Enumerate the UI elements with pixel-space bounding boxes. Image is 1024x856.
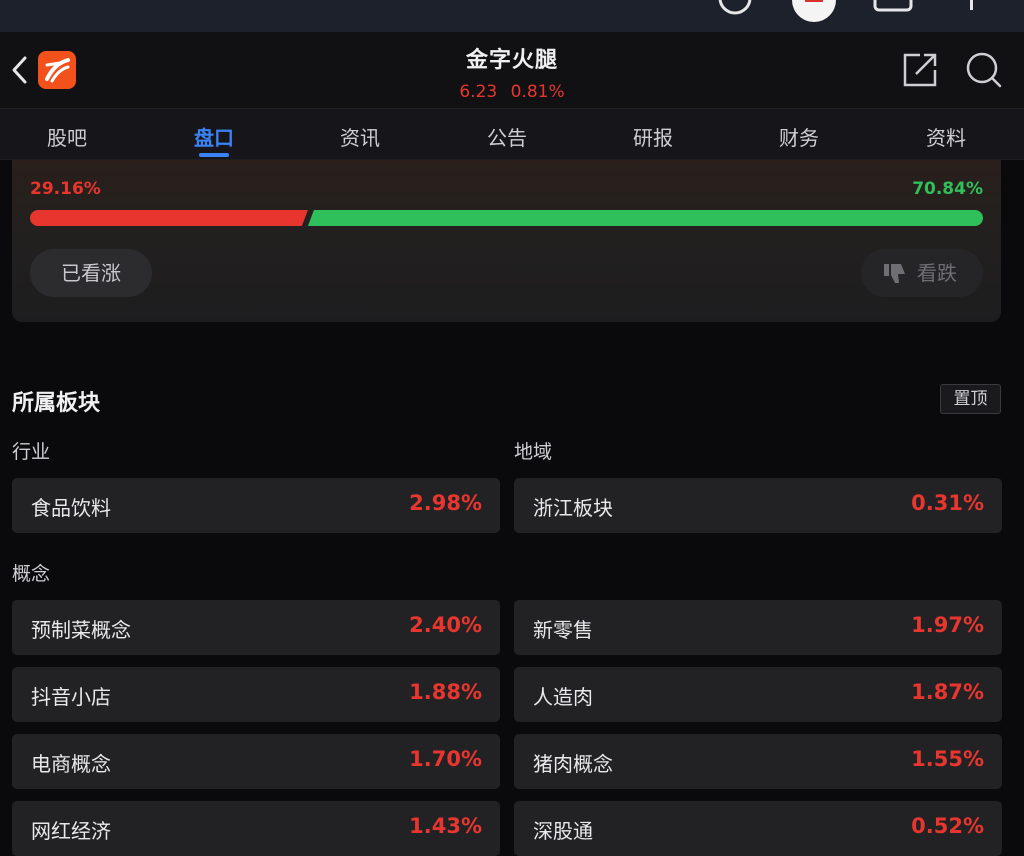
- plate-change: 1.70%: [409, 747, 482, 771]
- plate-change: 2.40%: [409, 613, 482, 637]
- bullish-button[interactable]: 已看涨: [30, 249, 152, 297]
- concept-label: 概念: [12, 563, 51, 585]
- stock-price: 6.23: [459, 82, 498, 102]
- share-icon[interactable]: [900, 50, 940, 90]
- tab-pankou[interactable]: 盘口: [174, 122, 254, 151]
- plate-item-concept[interactable]: 猪肉概念 1.55%: [514, 734, 1002, 789]
- window-icon[interactable]: [872, 0, 914, 18]
- tab-guba[interactable]: 股吧: [27, 122, 107, 151]
- plate-name: 抖音小店: [31, 685, 111, 709]
- plate-item-concept[interactable]: 预制菜概念 2.40%: [12, 600, 500, 655]
- plate-item-concept[interactable]: 抖音小店 1.88%: [12, 667, 500, 722]
- tab-bar: 股吧 盘口 资讯 公告 研报 财务 资料: [0, 108, 1024, 160]
- plate-name: 电商概念: [31, 752, 111, 776]
- bullish-bar-segment: [30, 210, 308, 226]
- plate-change: 1.87%: [911, 680, 984, 704]
- plate-change: 1.97%: [911, 613, 984, 637]
- plate-change: 1.43%: [409, 814, 482, 838]
- sentiment-bar: [30, 210, 983, 226]
- plate-item-region[interactable]: 浙江板块 0.31%: [514, 478, 1002, 533]
- plate-name: 深股通: [533, 819, 593, 843]
- tab-finance[interactable]: 财务: [759, 122, 839, 151]
- bearish-percent: 70.84%: [912, 179, 983, 199]
- plate-name: 新零售: [533, 618, 593, 642]
- bearish-bar-segment: [307, 210, 983, 226]
- plate-change: 1.88%: [409, 680, 482, 704]
- tab-news[interactable]: 资讯: [320, 122, 400, 151]
- plate-item-concept[interactable]: 新零售 1.97%: [514, 600, 1002, 655]
- bullish-percent: 29.16%: [30, 179, 101, 199]
- plate-name: 预制菜概念: [31, 618, 131, 642]
- avatar[interactable]: [790, 0, 838, 22]
- plate-item-concept[interactable]: 深股通 0.52%: [514, 801, 1002, 856]
- search-icon[interactable]: [964, 50, 1004, 90]
- bearish-button-label: 看跌: [917, 261, 957, 285]
- plate-name: 网红经济: [31, 819, 111, 843]
- tab-profile[interactable]: 资料: [906, 122, 986, 151]
- stock-quote: 6.23 0.81%: [0, 82, 1024, 102]
- more-icon[interactable]: [962, 0, 982, 18]
- plate-change: 0.31%: [911, 491, 984, 515]
- section-title: 所属板块: [12, 391, 101, 416]
- plate-change: 2.98%: [409, 491, 482, 515]
- plate-name: 人造肉: [533, 685, 593, 709]
- sentiment-vote-card: 29.16% 70.84% 已看涨 看跌: [12, 160, 1001, 322]
- tab-announcements[interactable]: 公告: [467, 122, 547, 151]
- region-label: 地域: [514, 441, 553, 463]
- plate-item-industry[interactable]: 食品饮料 2.98%: [12, 478, 500, 533]
- active-tab-indicator: [199, 153, 229, 157]
- thumbs-down-icon: [884, 264, 905, 283]
- plate-item-concept[interactable]: 网红经济 1.43%: [12, 801, 500, 856]
- industry-label: 行业: [12, 441, 51, 463]
- plate-item-concept[interactable]: 人造肉 1.87%: [514, 667, 1002, 722]
- stock-title: 金字火腿 6.23 0.81%: [0, 42, 1024, 102]
- stock-change-pct: 0.81%: [510, 82, 565, 102]
- tab-research[interactable]: 研报: [613, 122, 693, 151]
- plate-name: 食品饮料: [31, 496, 111, 520]
- status-bar: [0, 0, 1024, 32]
- search-icon: [718, 0, 752, 15]
- plate-item-concept[interactable]: 电商概念 1.70%: [12, 734, 500, 789]
- plate-name: 浙江板块: [533, 496, 613, 520]
- pin-to-top-button[interactable]: 置顶: [940, 384, 1001, 414]
- bearish-button[interactable]: 看跌: [861, 249, 983, 297]
- stock-name: 金字火腿: [465, 48, 558, 73]
- plate-change: 0.52%: [911, 814, 984, 838]
- plate-name: 猪肉概念: [533, 752, 613, 776]
- plate-change: 1.55%: [911, 747, 984, 771]
